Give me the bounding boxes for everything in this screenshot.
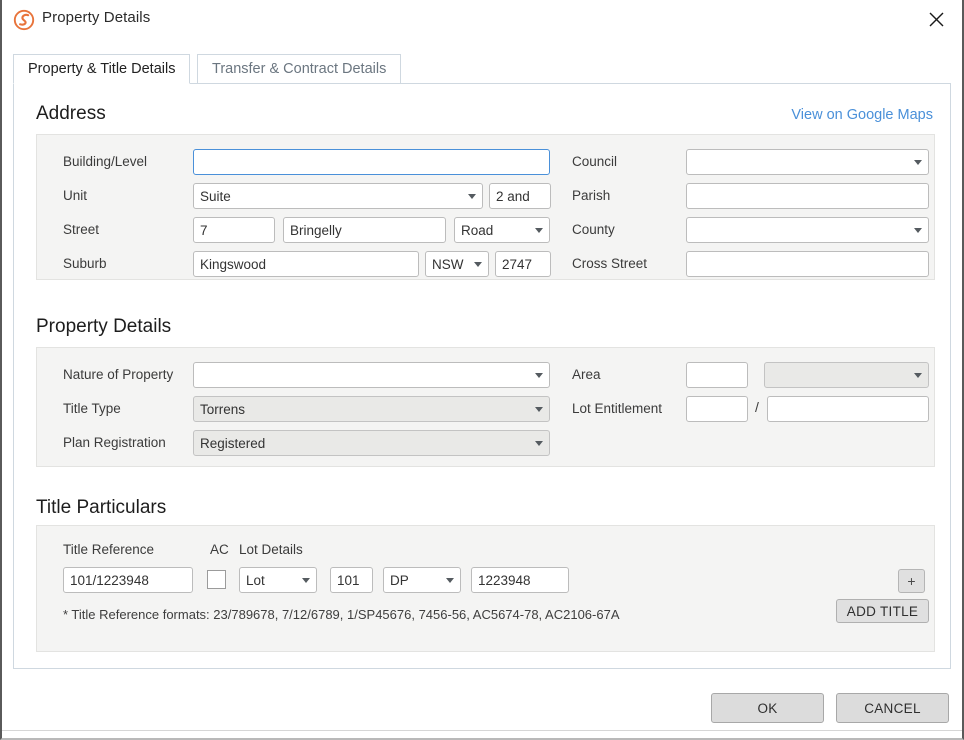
property-details-section-heading: Property Details xyxy=(36,316,172,337)
title-reference-input[interactable] xyxy=(63,567,193,593)
ac-checkbox[interactable] xyxy=(207,570,226,589)
parish-input[interactable] xyxy=(686,183,929,209)
tab-label: Property & Title Details xyxy=(28,61,176,77)
close-button[interactable] xyxy=(914,2,958,36)
title-particulars-panel: Title Reference AC Lot Details Lot DP + … xyxy=(36,525,935,652)
state-value: NSW xyxy=(432,256,464,272)
add-row-button[interactable]: + xyxy=(898,569,925,593)
unit-type-dropdown[interactable]: Suite xyxy=(193,183,483,209)
street-type-value: Road xyxy=(461,222,494,238)
ok-button-label: OK xyxy=(757,700,778,716)
lot-label-dropdown[interactable]: Lot xyxy=(239,567,317,593)
view-on-google-maps-link[interactable]: View on Google Maps xyxy=(791,107,933,123)
state-dropdown[interactable]: NSW xyxy=(425,251,489,277)
page-title: Property Details xyxy=(42,9,151,26)
plan-registration-dropdown[interactable]: Registered xyxy=(193,430,550,456)
unit-type-value: Suite xyxy=(200,188,231,204)
title-type-value: Torrens xyxy=(200,401,246,417)
address-section-heading: Address xyxy=(36,103,106,124)
chevron-down-icon xyxy=(535,372,543,378)
street-number-input[interactable] xyxy=(193,217,275,243)
chevron-down-icon xyxy=(535,406,543,412)
window-bottom-edge xyxy=(2,730,962,738)
label-building-level: Building/Level xyxy=(63,154,148,169)
title-type-dropdown[interactable]: Torrens xyxy=(193,396,550,422)
nature-of-property-dropdown[interactable] xyxy=(193,362,550,388)
tab-label: Transfer & Contract Details xyxy=(212,61,387,77)
cancel-button-label: CANCEL xyxy=(864,700,921,716)
chevron-down-icon xyxy=(914,372,922,378)
chevron-down-icon xyxy=(468,193,476,199)
label-parish: Parish xyxy=(572,188,611,203)
tab-property-title-details[interactable]: Property & Title Details xyxy=(13,54,191,84)
county-dropdown[interactable] xyxy=(686,217,929,243)
column-header-title-reference: Title Reference xyxy=(63,542,155,557)
plan-registration-value: Registered xyxy=(200,435,266,451)
title-bar: Property Details xyxy=(2,0,962,40)
label-lot-entitlement: Lot Entitlement xyxy=(572,401,663,416)
chevron-down-icon xyxy=(474,261,482,267)
tab-strip: Property & Title Details Transfer & Cont… xyxy=(13,54,951,84)
plan-number-input[interactable] xyxy=(471,567,569,593)
column-header-lot-details: Lot Details xyxy=(239,542,303,557)
add-title-button-label: ADD TITLE xyxy=(846,603,919,619)
label-county: County xyxy=(572,222,615,237)
building-level-input[interactable] xyxy=(193,149,550,175)
ok-button[interactable]: OK xyxy=(711,693,824,723)
suburb-input[interactable] xyxy=(193,251,419,277)
title-particulars-section-heading: Title Particulars xyxy=(36,497,167,518)
close-icon xyxy=(929,12,943,26)
area-unit-dropdown[interactable] xyxy=(764,362,929,388)
label-nature-of-property: Nature of Property xyxy=(63,367,174,382)
label-plan-registration: Plan Registration xyxy=(63,435,166,450)
label-street: Street xyxy=(63,222,100,237)
cross-street-input[interactable] xyxy=(686,251,929,277)
lot-number-input[interactable] xyxy=(330,567,373,593)
chevron-down-icon xyxy=(914,227,922,233)
label-council: Council xyxy=(572,154,618,169)
swirl-logo-icon xyxy=(12,8,36,32)
chevron-down-icon xyxy=(446,577,454,583)
council-dropdown[interactable] xyxy=(686,149,929,175)
label-area: Area xyxy=(572,367,601,382)
area-value-input[interactable] xyxy=(686,362,748,388)
lot-entitlement-numerator-input[interactable] xyxy=(686,396,748,422)
plan-type-value: DP xyxy=(390,572,409,588)
address-panel: Building/Level Unit Street Suburb Suite … xyxy=(36,134,935,280)
add-title-button[interactable]: ADD TITLE xyxy=(836,599,929,623)
chevron-down-icon xyxy=(302,577,310,583)
label-title-type: Title Type xyxy=(63,401,121,416)
plan-type-dropdown[interactable]: DP xyxy=(383,567,461,593)
tab-transfer-contract-details[interactable]: Transfer & Contract Details xyxy=(197,54,402,84)
cancel-button[interactable]: CANCEL xyxy=(836,693,949,723)
title-reference-format-hint: * Title Reference formats: 23/789678, 7/… xyxy=(63,607,620,622)
lot-label-value: Lot xyxy=(246,572,265,588)
label-suburb: Suburb xyxy=(63,256,107,271)
unit-number-input[interactable] xyxy=(489,183,551,209)
street-name-input[interactable] xyxy=(283,217,446,243)
tab-panel: Address View on Google Maps Building/Lev… xyxy=(13,84,951,669)
postcode-input[interactable] xyxy=(495,251,551,277)
plus-icon: + xyxy=(907,573,916,589)
label-unit: Unit xyxy=(63,188,88,203)
property-details-dialog: Property Details Property & Title Detail… xyxy=(0,0,964,740)
lot-entitlement-denominator-input[interactable] xyxy=(767,396,929,422)
column-header-ac: AC xyxy=(210,542,229,557)
lot-entitlement-separator: / xyxy=(755,399,759,415)
chevron-down-icon xyxy=(535,227,543,233)
chevron-down-icon xyxy=(914,159,922,165)
street-type-dropdown[interactable]: Road xyxy=(454,217,550,243)
label-cross-street: Cross Street xyxy=(572,256,648,271)
property-details-panel: Nature of Property Title Type Plan Regis… xyxy=(36,347,935,467)
chevron-down-icon xyxy=(535,440,543,446)
